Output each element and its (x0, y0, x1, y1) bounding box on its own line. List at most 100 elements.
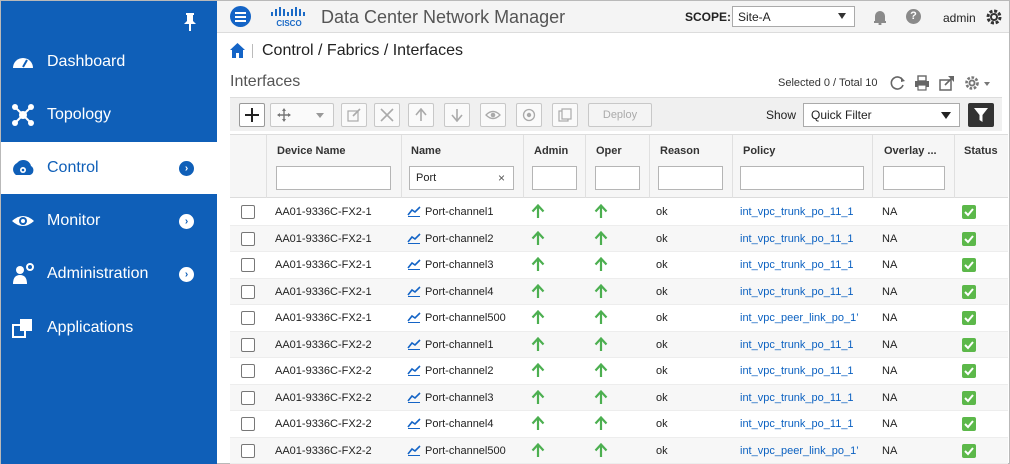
row-checkbox[interactable] (241, 284, 255, 299)
user-menu[interactable]: admin (943, 11, 976, 25)
oper-status (594, 362, 608, 378)
reason-cell: ok (656, 259, 668, 271)
policy-link[interactable]: int_vpc_trunk_po_11_1 (740, 233, 854, 245)
table-row[interactable]: AA01-9336C-FX2-1 Port-channel2 ok int_vpc_t… (230, 225, 1008, 252)
row-checkbox[interactable] (241, 258, 255, 272)
delete-button[interactable] (374, 103, 400, 127)
sidebar-item-label: Applications (47, 319, 134, 336)
policy-link[interactable]: int_vpc_trunk_po_11_1 (740, 339, 854, 351)
policy-link[interactable]: int_vpc_trunk_po_11_1 (740, 418, 854, 430)
reason-cell: ok (656, 232, 668, 245)
column-header-device-name[interactable]: Device Name (277, 145, 346, 157)
column-header-reason[interactable]: Reason (660, 145, 700, 157)
pin-icon[interactable] (183, 13, 197, 31)
clear-filter-icon[interactable]: × (498, 171, 505, 185)
table-row[interactable]: AA01-9336C-FX2-1 Port-channel500 ok int_vpc… (230, 305, 1008, 332)
print-icon[interactable] (914, 75, 930, 91)
oper-filter-input[interactable] (595, 166, 640, 190)
hamburger-menu-icon[interactable] (230, 6, 251, 27)
chevron-down-icon (941, 112, 951, 119)
policy-link[interactable]: int_vpc_trunk_po_11_1 (740, 259, 854, 271)
status-check-icon (962, 205, 976, 219)
add-button[interactable] (239, 103, 265, 127)
oper-up-arrow-icon (594, 415, 608, 430)
policy-link[interactable]: int_vpc_peer_link_po_1’ (740, 312, 859, 324)
gear-icon[interactable] (985, 8, 1003, 26)
filter-button[interactable] (968, 103, 994, 127)
table-row[interactable]: AA01-9336C-FX2-1 Port-channel3 ok int_vpc_t… (230, 252, 1008, 279)
reason-cell: ok (656, 365, 668, 377)
name-filter-input[interactable]: Port × (409, 166, 514, 190)
policy-link[interactable]: int_vpc_peer_link_po_1’ (740, 445, 859, 457)
table-row[interactable]: AA01-9336C-FX2-2 Port-channel2 ok int_vpc_t… (230, 358, 1008, 385)
row-checkbox[interactable] (241, 364, 255, 378)
sidebar-item-administration[interactable]: Administration › (1, 248, 217, 300)
column-header-oper[interactable]: Oper (596, 145, 622, 157)
table-row[interactable]: AA01-9336C-FX2-2 Port-channel500 ok int_vpc… (230, 437, 1008, 464)
quick-filter-select[interactable]: Quick Filter (803, 103, 960, 127)
row-checkbox[interactable] (241, 205, 255, 219)
policy-filter-input[interactable] (740, 166, 864, 190)
deploy-button[interactable]: Deploy (588, 103, 652, 127)
policy-link[interactable]: int_vpc_trunk_po_11_1 (740, 206, 854, 218)
copy-button[interactable] (552, 103, 578, 127)
table-row[interactable]: AA01-9336C-FX2-2 Port-channel1 ok int_vpc_t… (230, 331, 1008, 358)
funnel-icon (974, 108, 988, 122)
quick-filter-value: Quick Filter (811, 108, 872, 122)
sidebar-item-control[interactable]: Control › (1, 142, 217, 194)
name-filter-value: Port (416, 172, 437, 184)
table-row[interactable]: AA01-9336C-FX2-2 Port-channel4 ok int_vpc_t… (230, 411, 1008, 438)
row-checkbox[interactable] (241, 443, 255, 458)
port-channel-icon (407, 391, 421, 403)
move-up-button[interactable] (408, 103, 434, 127)
column-header-name[interactable]: Name (411, 145, 441, 157)
refresh-icon[interactable] (890, 75, 906, 91)
deploy-config-button[interactable] (516, 103, 542, 127)
table-row[interactable]: AA01-9336C-FX2-1 Port-channel4 ok int_vpc_t… (230, 278, 1008, 305)
move-down-button[interactable] (444, 103, 470, 127)
help-icon[interactable]: ? (906, 9, 921, 24)
admin-filter-input[interactable] (532, 166, 577, 190)
oper-up-arrow-icon (594, 442, 608, 457)
row-checkbox[interactable] (241, 417, 255, 431)
table-row[interactable]: AA01-9336C-FX2-1 Port-channel1 ok int_vpc_t… (230, 199, 1008, 226)
device-name-cell: AA01-9336C-FX2-1 (275, 232, 372, 245)
export-icon[interactable] (939, 75, 955, 91)
reason-cell: ok (656, 444, 668, 457)
column-header-status[interactable]: Status (964, 145, 998, 157)
row-checkbox[interactable] (241, 390, 255, 405)
admin-up-arrow-icon (531, 203, 545, 218)
move-dropdown-button[interactable] (270, 103, 334, 127)
admin-up-arrow-icon (531, 256, 545, 271)
column-header-admin[interactable]: Admin (534, 145, 568, 157)
column-divider (732, 135, 733, 198)
overlay-filter-input[interactable] (883, 166, 945, 190)
preview-button[interactable] (480, 103, 506, 127)
row-checkbox[interactable] (241, 311, 255, 325)
policy-link[interactable]: int_vpc_trunk_po_11_1 (740, 365, 854, 377)
column-header-overlay[interactable]: Overlay ... (884, 145, 937, 157)
policy-link[interactable]: int_vpc_trunk_po_11_1 (740, 392, 854, 404)
sidebar-item-monitor[interactable]: Monitor › (1, 195, 217, 247)
admin-status (531, 256, 545, 272)
overlay-cell: NA (882, 365, 898, 377)
oper-up-arrow-icon (594, 389, 608, 404)
row-checkbox[interactable] (241, 231, 255, 246)
edit-button[interactable] (341, 103, 367, 127)
topology-icon (12, 104, 34, 126)
row-checkbox[interactable] (241, 337, 255, 352)
scope-select[interactable]: Site-A (732, 6, 855, 27)
sidebar-item-dashboard[interactable]: Dashboard (1, 36, 217, 88)
column-header-policy[interactable]: Policy (743, 145, 775, 157)
bell-icon[interactable] (872, 9, 888, 25)
home-icon[interactable] (230, 43, 245, 58)
policy-link[interactable]: int_vpc_trunk_po_11_1 (740, 286, 854, 298)
settings-gear-icon[interactable] (964, 75, 992, 91)
device-name-cell: AA01-9336C-FX2-1 (275, 312, 372, 324)
table-row[interactable]: AA01-9336C-FX2-2 Port-channel3 ok int_vpc_t… (230, 384, 1008, 411)
column-divider (872, 135, 873, 198)
device-name-filter-input[interactable] (276, 166, 391, 190)
reason-filter-input[interactable] (658, 166, 723, 190)
sidebar-item-applications[interactable]: Applications (1, 302, 217, 354)
sidebar-item-topology[interactable]: Topology (1, 89, 217, 141)
